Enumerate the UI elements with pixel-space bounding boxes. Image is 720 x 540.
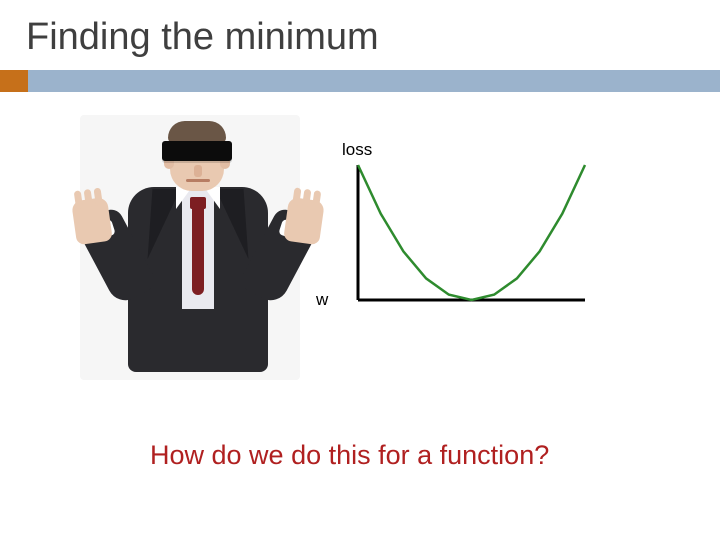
axis-label-x: w — [316, 290, 328, 310]
blindfolded-man-image — [80, 115, 300, 380]
accent-tab — [0, 70, 28, 92]
slide: Finding the minimum loss w H — [0, 0, 720, 540]
hand-icon — [283, 197, 325, 246]
axis-label-y: loss — [342, 140, 372, 160]
accent-bar — [0, 70, 720, 92]
loss-curve-chart — [340, 160, 590, 310]
question-text: How do we do this for a function? — [150, 440, 549, 471]
page-title: Finding the minimum — [26, 16, 379, 59]
blindfold-icon — [162, 141, 232, 161]
loss-curve — [358, 165, 585, 300]
hand-icon — [71, 197, 113, 246]
